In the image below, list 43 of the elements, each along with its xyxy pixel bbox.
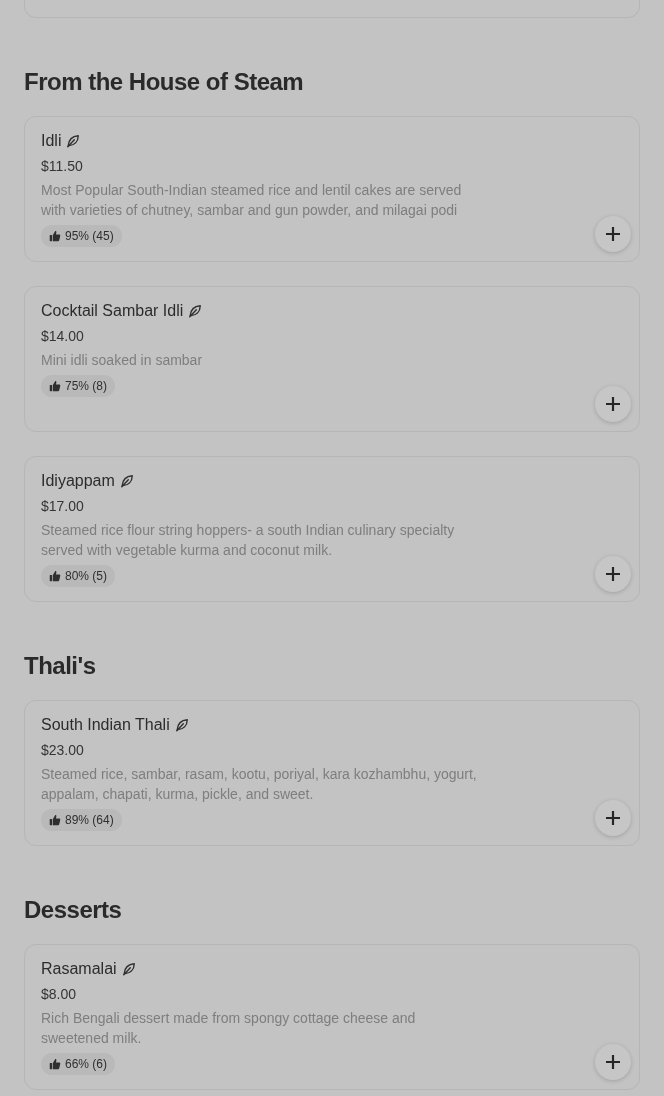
menu-item-card[interactable]: Cocktail Sambar Idli $14.00 Mini idli soaked in sambar 75% (8): [24, 286, 640, 432]
item-name: Cocktail Sambar Idli: [41, 301, 184, 321]
thumbs-up-icon: [49, 1058, 61, 1070]
item-description: Steamed rice flour string hoppers- a south Indian culinary specialty served with vegetable kurma and coconut milk.: [41, 521, 456, 560]
menu-item-card[interactable]: Idli $11.50 Most Popular South-Indian steamed rice and lentil cakes are served with varieties of chutney, sambar and gun powder, and milagai podi 95% (45): [24, 116, 640, 262]
item-price: $23.00: [41, 741, 84, 760]
rating-text: 66% (6): [65, 1056, 108, 1072]
add-button[interactable]: [595, 800, 631, 836]
menu-item-card[interactable]: Idiyappam $17.00 Steamed rice flour string hoppers- a south Indian culinary specialty served with vegetable kurma and coconut milk. 80% (5): [24, 456, 640, 602]
item-name: Idli: [41, 131, 62, 151]
item-description: Mini idli soaked in sambar: [41, 351, 204, 370]
rating-text: 89% (64): [65, 812, 114, 828]
add-button[interactable]: [595, 1044, 631, 1080]
thumbs-up-icon: [49, 230, 61, 242]
rating-text: 80% (5): [65, 568, 108, 584]
menu-item-card[interactable]: South Indian Thali $23.00 Steamed rice, sambar, rasam, kootu, poriyal, kara kozhambhu, yogurt, appalam, chapati, kurma, pickle, and sweet. 89% (64): [24, 700, 640, 846]
menu-item-card[interactable]: Rasamalai $8.00 Rich Bengali dessert made from spongy cottage cheese and sweetened milk. 66% (6): [24, 944, 640, 1090]
item-price: $14.00: [41, 327, 84, 346]
section-heading: From the House of Steam: [24, 67, 304, 97]
item-price: $17.00: [41, 497, 84, 516]
add-button[interactable]: [595, 216, 631, 252]
section-heading: Desserts: [24, 895, 122, 925]
item-name: South Indian Thali: [41, 715, 170, 735]
add-button[interactable]: [595, 386, 631, 422]
item-description: Steamed rice, sambar, rasam, kootu, poriyal, kara kozhambhu, yogurt, appalam, chapati, kurma, pickle, and sweet.: [41, 765, 478, 804]
item-price: $11.50: [41, 157, 83, 176]
item-name: Rasamalai: [41, 959, 117, 979]
plus-icon: [606, 227, 620, 241]
thumbs-up-icon: [49, 814, 61, 826]
item-description: Most Popular South-Indian steamed rice and lentil cakes are served with varieties of chutney, sambar and gun powder, and milagai podi: [41, 181, 463, 220]
plus-icon: [606, 811, 620, 825]
plus-icon: [606, 1055, 620, 1069]
rating-text: 75% (8): [65, 378, 108, 394]
rating-text: 95% (45): [65, 228, 114, 244]
thumbs-up-icon: [49, 380, 61, 392]
plus-icon: [606, 397, 620, 411]
thumbs-up-icon: [49, 570, 61, 582]
plus-icon: [606, 567, 620, 581]
item-name: Idiyappam: [41, 471, 115, 491]
section-heading: Thali's: [24, 651, 96, 681]
add-button[interactable]: [595, 556, 631, 592]
item-description: Rich Bengali dessert made from spongy cottage cheese and sweetened milk.: [41, 1009, 417, 1048]
item-price: $8.00: [41, 985, 77, 1004]
